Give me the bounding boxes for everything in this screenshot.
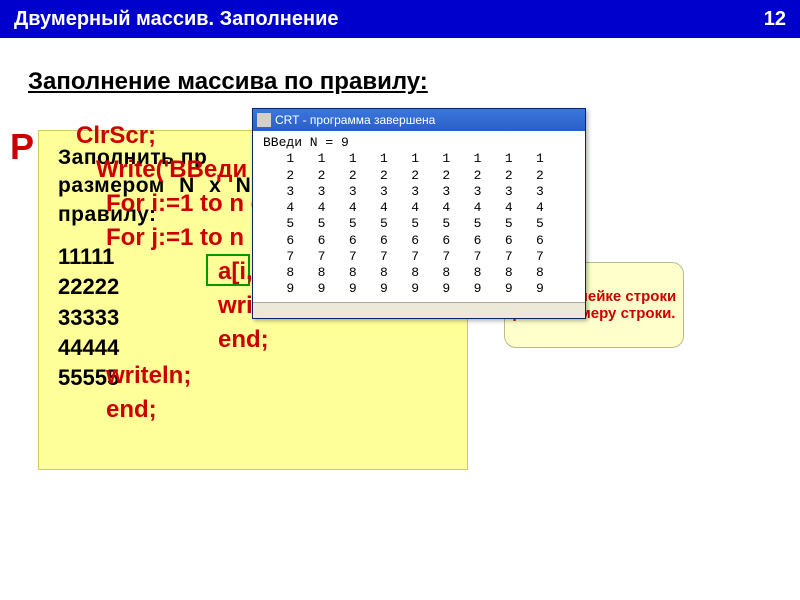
crt-row: 8 8 8 8 8 8 8 8 8: [263, 265, 575, 281]
pattern-row: 44444: [58, 333, 119, 363]
pattern-row: 22222: [58, 272, 119, 302]
app-icon: [257, 113, 271, 127]
crt-titlebar[interactable]: CRT - программа завершена: [253, 109, 585, 131]
code-line: writeln;: [106, 362, 191, 390]
crt-row: 2 2 2 2 2 2 2 2 2: [263, 168, 575, 184]
pattern-row: 33333: [58, 303, 119, 333]
code-line: end;: [218, 326, 269, 354]
content-stage: Р Заполнить пр размером N x N правилу: 1…: [0, 114, 800, 594]
crt-row: 6 6 6 6 6 6 6 6 6: [263, 233, 575, 249]
slide-header: Двумерный массив. Заполнение 12: [0, 0, 800, 38]
crt-row: 5 5 5 5 5 5 5 5 5: [263, 216, 575, 232]
crt-row: 9 9 9 9 9 9 9 9 9: [263, 281, 575, 297]
crt-title: CRT - программа завершена: [275, 113, 435, 127]
section-title: Заполнение массива по правилу:: [28, 68, 800, 96]
code-line: Write('ВВеди: [96, 156, 247, 184]
code-line: end;: [106, 396, 157, 424]
crt-output-window: CRT - программа завершена ВВеди N = 9 1 …: [252, 108, 586, 319]
crt-prompt: ВВеди N = 9: [263, 135, 575, 151]
crt-body: ВВеди N = 9 1 1 1 1 1 1 1 1 1 2 2 2 2 2 …: [253, 131, 585, 302]
initial-letter: Р: [10, 126, 34, 168]
crt-statusbar: [253, 302, 585, 318]
crt-row: 1 1 1 1 1 1 1 1 1: [263, 151, 575, 167]
code-line: ClrScr;: [76, 122, 156, 150]
slide-title: Двумерный массив. Заполнение: [14, 8, 339, 31]
crt-row: 4 4 4 4 4 4 4 4 4: [263, 200, 575, 216]
code-line: For i:=1 to n d: [106, 190, 265, 218]
crt-row: 3 3 3 3 3 3 3 3 3: [263, 184, 575, 200]
crt-row: 7 7 7 7 7 7 7 7 7: [263, 249, 575, 265]
slide-number: 12: [764, 8, 786, 31]
code-line: a[i,: [218, 258, 253, 286]
code-line: For j:=1 to n: [106, 224, 244, 252]
